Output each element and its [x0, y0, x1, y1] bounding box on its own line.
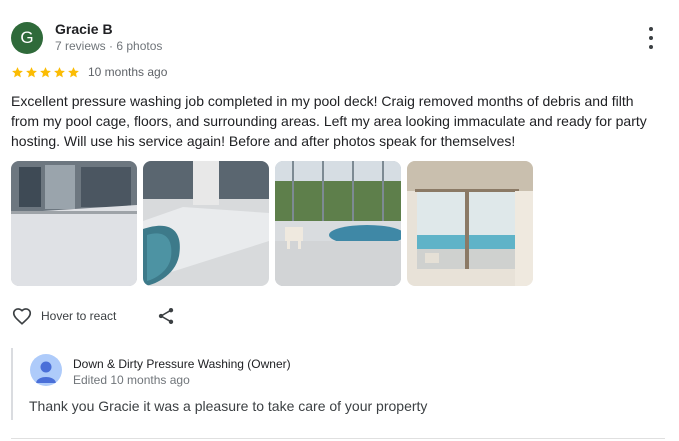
review-photo-4[interactable] — [407, 161, 533, 286]
star-icon — [12, 66, 23, 77]
review-time: 10 months ago — [88, 65, 168, 79]
person-avatar-icon — [30, 354, 62, 386]
owner-reply-time: Edited 10 months ago — [73, 373, 190, 387]
photo-strip — [11, 161, 533, 286]
reviewer-avatar[interactable]: G — [11, 22, 43, 54]
review-text: Excellent pressure washing job completed… — [11, 93, 647, 149]
share-icon[interactable] — [156, 306, 176, 326]
reviewer-meta: 7 reviews · 6 photos — [55, 39, 163, 53]
star-icon — [54, 66, 65, 77]
reviewer-name[interactable]: Gracie B — [55, 21, 113, 37]
star-icon — [26, 66, 37, 77]
review-card: G Gracie B 7 reviews · 6 photos 10 month… — [0, 0, 679, 441]
owner-reply: Down & Dirty Pressure Washing (Owner) Ed… — [11, 348, 643, 420]
review-actions: Hover to react — [11, 305, 176, 327]
heart-outline-icon[interactable] — [11, 305, 33, 327]
rating-row: 10 months ago — [11, 64, 167, 80]
react-label[interactable]: Hover to react — [41, 309, 116, 323]
star-icon — [40, 66, 51, 77]
review-photo-3[interactable] — [275, 161, 401, 286]
review-photo-1[interactable] — [11, 161, 137, 286]
review-photo-2[interactable] — [143, 161, 269, 286]
star-rating — [11, 66, 80, 79]
owner-name[interactable]: Down & Dirty Pressure Washing (Owner) — [73, 357, 291, 371]
star-icon — [68, 66, 79, 77]
owner-reply-text: Thank you Gracie it was a pleasure to ta… — [29, 398, 428, 414]
more-vert-icon[interactable] — [641, 27, 661, 49]
divider — [11, 438, 665, 439]
